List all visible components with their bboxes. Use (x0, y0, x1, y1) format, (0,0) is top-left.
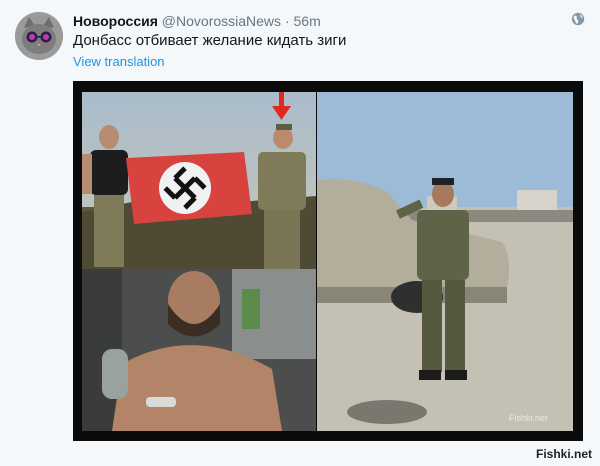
photo-flag (82, 92, 316, 269)
tweet-text: Донбасс отбивает желание кидать зиги (73, 32, 347, 49)
globe-icon[interactable] (571, 12, 585, 26)
separator-dot: · (284, 13, 290, 29)
photo-hospital (82, 269, 316, 431)
tweet-media[interactable]: Fishki.net (73, 81, 583, 441)
avatar[interactable] (15, 12, 63, 60)
site-watermark: Fishki.net (536, 447, 593, 461)
display-name[interactable]: Новороссия (73, 13, 158, 29)
media-watermark: Fishki.net (509, 413, 548, 423)
user-handle[interactable]: @NovorossiaNews (162, 13, 281, 29)
photo-roadside (317, 92, 573, 431)
tweet-card: Новороссия @NovorossiaNews · 56m Донбасс… (0, 0, 600, 466)
cat-avatar-icon (15, 12, 63, 60)
timestamp[interactable]: 56m (294, 13, 321, 29)
tweet-header: Новороссия @NovorossiaNews · 56m (73, 12, 321, 30)
view-translation-link[interactable]: View translation (73, 54, 165, 70)
